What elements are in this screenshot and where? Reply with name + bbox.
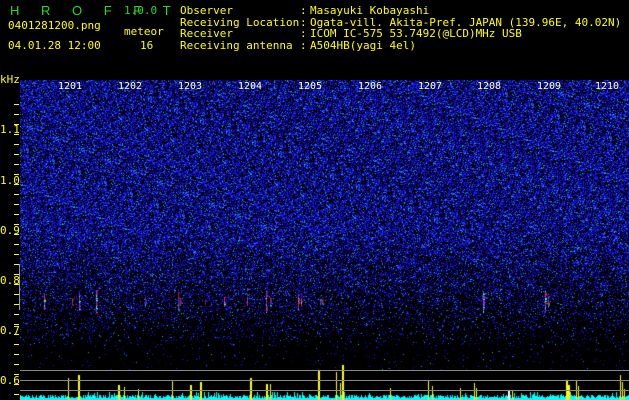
axis-unit: kHz (0, 73, 20, 86)
spectrogram (20, 80, 629, 400)
freq-tick (14, 364, 19, 365)
freq-label: 0.6 (0, 374, 20, 387)
meteor-label: meteor (124, 25, 164, 38)
info-value: ICOM IC-575 53.7492(@LCD)MHz USB (310, 27, 522, 40)
threshold-line (20, 390, 629, 391)
time-label: 1210 (595, 81, 620, 92)
threshold-line (20, 370, 629, 371)
freq-tick (14, 394, 19, 395)
info-row-antenna: Receiving antenna: A504HB(yagi 4el) (180, 38, 621, 52)
freq-tick (14, 344, 19, 345)
info-colon: : (300, 38, 307, 52)
freq-tick (14, 184, 19, 185)
freq-label: 0.9 (0, 224, 20, 237)
freq-tick (14, 244, 19, 245)
time-label: 1208 (477, 81, 502, 92)
freq-tick (14, 314, 19, 315)
time-label: 1204 (238, 81, 263, 92)
info-value: A504HB(yagi 4el) (310, 38, 416, 52)
freq-tick (14, 114, 19, 115)
time-label: 1201 (58, 81, 83, 92)
freq-tick (14, 384, 19, 385)
freq-tick (14, 154, 19, 155)
freq-tick (14, 204, 19, 205)
freq-tick (14, 104, 19, 105)
version-label: 1.0.0 (124, 4, 158, 17)
freq-tick (14, 214, 19, 215)
freq-tick (14, 254, 19, 255)
info-colon: : (300, 4, 307, 17)
info-key: Receiving antenna (180, 38, 293, 52)
time-label: 1205 (298, 81, 323, 92)
info-key: Receiver (180, 27, 233, 40)
time-label: 1206 (358, 81, 383, 92)
threshold-line (20, 380, 629, 381)
info-row-receiver: Receiver: ICOM IC-575 53.7492(@LCD)MHz US… (180, 28, 621, 40)
info-value: Masayuki Kobayashi (310, 4, 430, 17)
freq-label: 1.0 (0, 174, 20, 187)
freq-tick (14, 354, 19, 355)
datetime-label: 04.01.28 12:00 (8, 39, 101, 52)
info-colon: : (300, 27, 307, 40)
freq-tick (14, 134, 19, 135)
time-label: 1203 (178, 81, 203, 92)
info-key: Observer (180, 4, 233, 17)
axis-line (19, 264, 20, 310)
freq-tick (14, 224, 19, 225)
filename-label: 0401281200.png (8, 19, 101, 32)
freq-label: 0.7 (0, 324, 20, 337)
meteor-count: 16 (140, 39, 154, 52)
freq-tick (14, 374, 19, 375)
station-info: Observer: Masayuki Kobayashi Receiving Lo… (180, 5, 621, 51)
time-label: 1207 (418, 81, 443, 92)
freq-tick (14, 174, 19, 175)
time-label: 1209 (537, 81, 562, 92)
freq-tick (14, 234, 19, 235)
freq-tick (14, 334, 19, 335)
freq-tick (14, 164, 19, 165)
freq-tick (14, 194, 19, 195)
freq-label: 0.8 (0, 274, 20, 287)
time-label: 1202 (118, 81, 143, 92)
freq-tick (14, 324, 19, 325)
info-row-observer: Observer: Masayuki Kobayashi (180, 5, 621, 17)
freq-tick (14, 144, 19, 145)
freq-tick (14, 124, 19, 125)
